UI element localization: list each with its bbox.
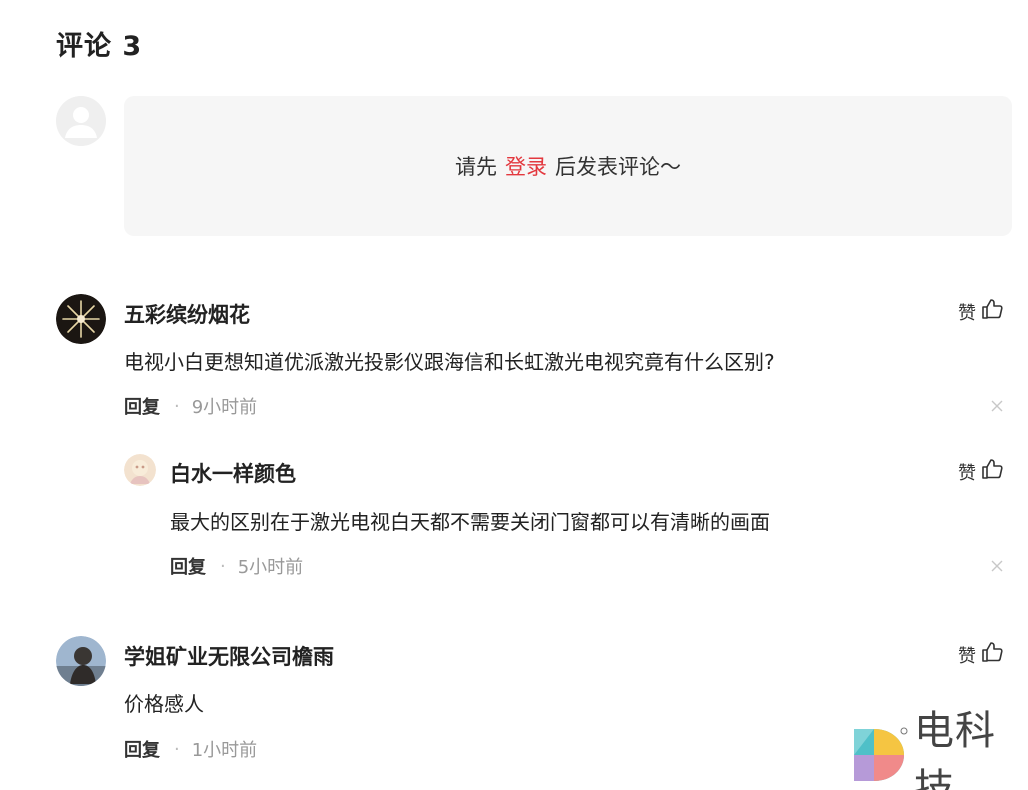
login-prompt-box[interactable]: 请先 登录 后发表评论～ — [124, 96, 1012, 236]
default-avatar-icon — [56, 96, 106, 146]
comment-username[interactable]: 学姐矿业无限公司檐雨 — [124, 641, 334, 671]
meta-separator: · — [220, 555, 226, 577]
avatar[interactable] — [56, 294, 106, 344]
meta-separator: · — [174, 738, 180, 760]
like-label: 赞 — [958, 645, 976, 667]
meta-separator: · — [174, 395, 180, 417]
comment-meta: 回复 · 1小时前 — [124, 736, 257, 762]
comment-username[interactable]: 五彩缤纷烟花 — [124, 299, 250, 329]
comment-time: 1小时前 — [191, 740, 258, 761]
like-label: 赞 — [958, 462, 976, 484]
brand-logo-icon — [852, 725, 908, 787]
thumbs-up-icon — [976, 640, 1004, 669]
like-button[interactable]: 赞 — [958, 640, 1004, 669]
like-button[interactable]: 赞 — [958, 457, 1004, 486]
brand-watermark: 电科技 — [852, 708, 1028, 790]
reply-button[interactable]: 回复 — [170, 553, 206, 579]
comment-time: 9小时前 — [191, 397, 258, 418]
comments-title: 评论 3 — [56, 31, 143, 62]
comment-meta: 回复 · 9小时前 — [124, 393, 257, 419]
login-prompt-after: 后发表评论～ — [555, 155, 681, 179]
avatar[interactable] — [124, 454, 156, 486]
reply-button[interactable]: 回复 — [124, 736, 160, 762]
comment-username[interactable]: 白水一样颜色 — [170, 458, 296, 488]
close-icon[interactable] — [990, 398, 1004, 412]
login-link[interactable]: 登录 — [505, 151, 547, 181]
comment-time: 5小时前 — [237, 557, 304, 578]
comment-text: 价格感人 — [124, 692, 204, 716]
brand-text: 电科技 — [914, 708, 996, 790]
comment-text: 最大的区别在于激光电视白天都不需要关闭门窗都可以有清晰的画面 — [170, 510, 770, 534]
comment-text: 电视小白更想知道优派激光投影仪跟海信和长虹激光电视究竟有什么区别? — [124, 350, 775, 374]
close-icon[interactable] — [990, 558, 1004, 572]
reply-button[interactable]: 回复 — [124, 393, 160, 419]
like-label: 赞 — [958, 302, 976, 324]
thumbs-up-icon — [976, 297, 1004, 326]
comment-meta: 回复 · 5小时前 — [170, 553, 303, 579]
thumbs-up-icon — [976, 457, 1004, 486]
login-prompt-before: 请先 — [455, 155, 497, 179]
avatar[interactable] — [56, 636, 106, 686]
like-button[interactable]: 赞 — [958, 297, 1004, 326]
